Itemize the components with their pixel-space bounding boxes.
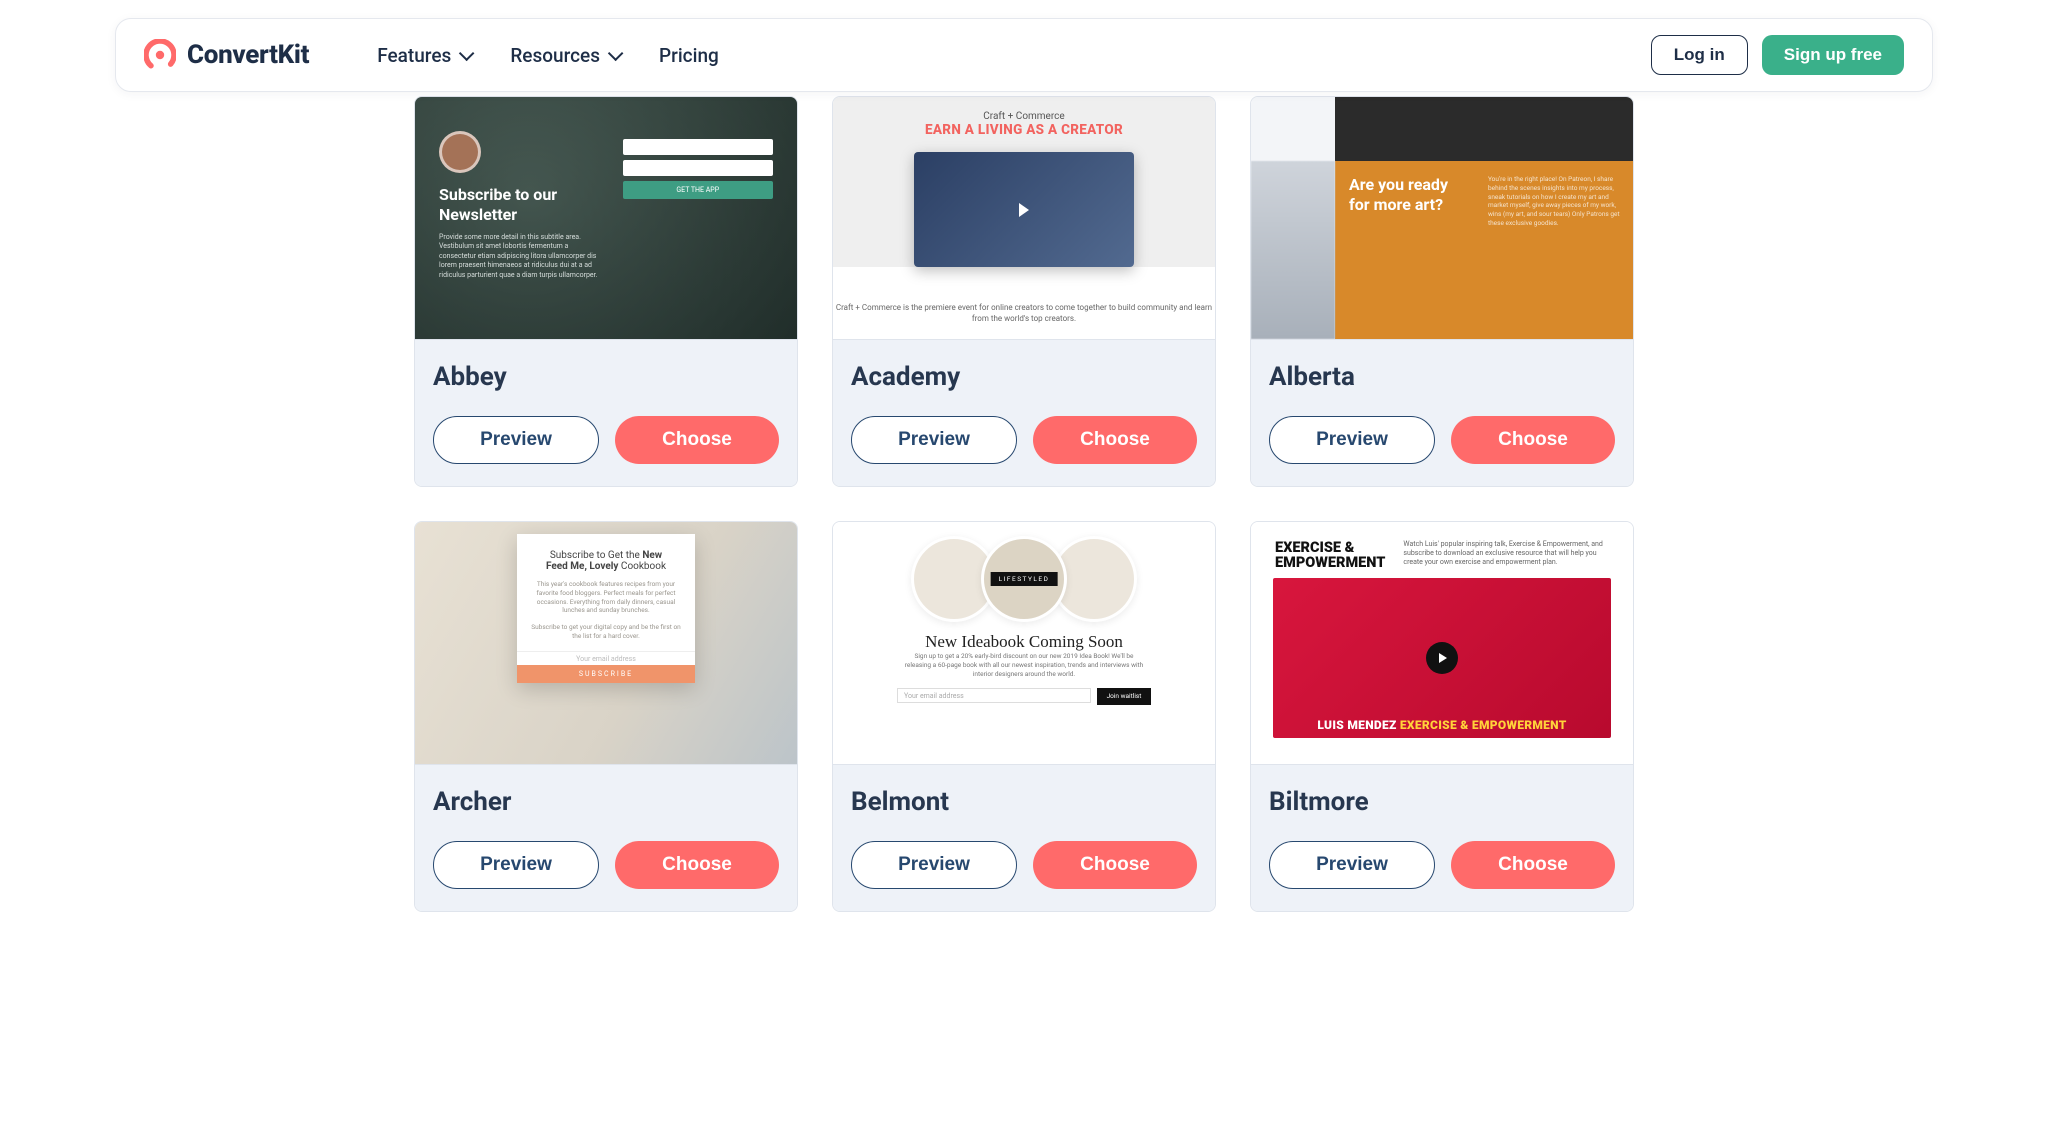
nav-resources[interactable]: Resources	[510, 44, 619, 67]
avatar	[439, 131, 481, 173]
preview-button[interactable]: Preview	[851, 841, 1017, 889]
header-bar: ConvertKit Features Resources Pricing Lo…	[115, 18, 1933, 92]
video-icon: LUIS MENDEZ EXERCISE & EMPOWERMENT	[1273, 578, 1611, 738]
template-thumb: EXERCISE &EMPOWERMENT Watch Luis' popula…	[1251, 522, 1633, 764]
template-name: Abbey	[433, 362, 779, 392]
template-name: Archer	[433, 787, 779, 817]
template-card-archer: FEED ME, LOVELY Subscribe to Get the New…	[414, 521, 798, 912]
preview-button[interactable]: Preview	[433, 416, 599, 464]
chevron-down-icon	[459, 45, 475, 61]
template-thumb: Are you ready for more art? You're in th…	[1251, 97, 1633, 339]
template-grid: Subscribe to our Newsletter Provide some…	[284, 92, 1764, 952]
preview-button[interactable]: Preview	[1269, 841, 1435, 889]
template-name: Belmont	[851, 787, 1197, 817]
brand-name: ConvertKit	[187, 40, 309, 70]
choose-button[interactable]: Choose	[1451, 841, 1615, 889]
template-card-alberta: Are you ready for more art? You're in th…	[1250, 96, 1634, 487]
signup-button[interactable]: Sign up free	[1762, 35, 1904, 75]
template-thumb: Subscribe to our Newsletter Provide some…	[415, 97, 797, 339]
template-card-belmont: LIFESTYLED New Ideabook Coming Soon Sign…	[832, 521, 1216, 912]
template-card-academy: Craft + Commerce EARN A LIVING AS A CREA…	[832, 96, 1216, 487]
choose-button[interactable]: Choose	[1451, 416, 1615, 464]
preview-button[interactable]: Preview	[433, 841, 599, 889]
chevron-down-icon	[608, 45, 624, 61]
template-name: Biltmore	[1269, 787, 1615, 817]
choose-button[interactable]: Choose	[1033, 841, 1197, 889]
convertkit-logo-icon	[144, 39, 176, 71]
nav-pricing[interactable]: Pricing	[659, 44, 719, 67]
choose-button[interactable]: Choose	[1033, 416, 1197, 464]
template-thumb: Craft + Commerce EARN A LIVING AS A CREA…	[833, 97, 1215, 339]
template-name: Academy	[851, 362, 1197, 392]
nav-features[interactable]: Features	[377, 44, 470, 67]
header-actions: Log in Sign up free	[1651, 35, 1904, 75]
main-nav: Features Resources Pricing	[377, 44, 719, 67]
template-thumb: LIFESTYLED New Ideabook Coming Soon Sign…	[833, 522, 1215, 764]
preview-button[interactable]: Preview	[851, 416, 1017, 464]
login-button[interactable]: Log in	[1651, 35, 1748, 75]
template-card-abbey: Subscribe to our Newsletter Provide some…	[414, 96, 798, 487]
brand-logo[interactable]: ConvertKit	[144, 39, 309, 71]
play-icon	[1426, 642, 1458, 674]
template-card-biltmore: EXERCISE &EMPOWERMENT Watch Luis' popula…	[1250, 521, 1634, 912]
choose-button[interactable]: Choose	[615, 416, 779, 464]
video-icon	[914, 152, 1134, 267]
preview-button[interactable]: Preview	[1269, 416, 1435, 464]
template-name: Alberta	[1269, 362, 1615, 392]
choose-button[interactable]: Choose	[615, 841, 779, 889]
template-thumb: FEED ME, LOVELY Subscribe to Get the New…	[415, 522, 797, 764]
